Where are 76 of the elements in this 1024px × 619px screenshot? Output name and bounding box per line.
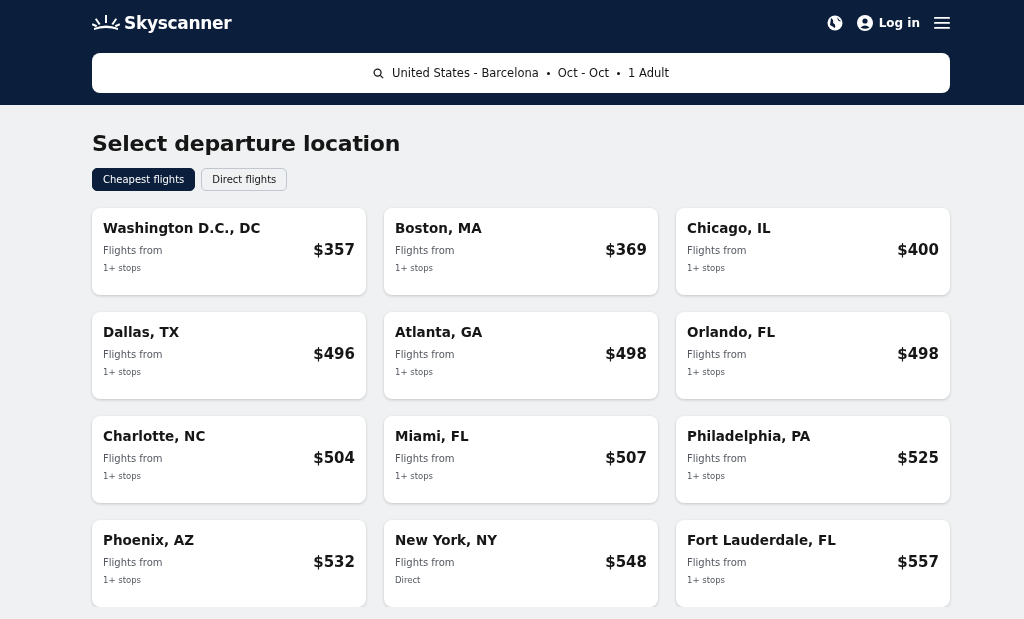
stops-label: 1+ stops: [687, 263, 726, 273]
city-name: Atlanta, GA: [395, 324, 483, 340]
brand-name: Skyscanner: [124, 13, 232, 33]
city-name: Fort Lauderdale, FL: [687, 532, 836, 548]
stops-label: 1+ stops: [103, 575, 142, 585]
destination-card[interactable]: Washington D.C., DC Flights from $357 1+ stops: [92, 208, 366, 295]
destination-card[interactable]: Philadelphia, PA Flights from $525 1+ stops: [676, 416, 950, 503]
flights-from-label: Flights from: [687, 348, 747, 360]
city-name: Philadelphia, PA: [687, 428, 811, 444]
stops-label: 1+ stops: [103, 471, 142, 481]
price: $504: [313, 449, 355, 467]
flights-from-label: Flights from: [687, 244, 747, 256]
stops-label: 1+ stops: [687, 471, 726, 481]
price: $498: [897, 345, 939, 363]
flights-from-label: Flights from: [103, 452, 163, 464]
destination-card[interactable]: Fort Lauderdale, FL Flights from $557 1+ stops: [676, 520, 950, 607]
stops-label: Direct: [395, 575, 421, 585]
destination-card[interactable]: Charlotte, NC Flights from $504 1+ stops: [92, 416, 366, 503]
flights-from-label: Flights from: [103, 348, 163, 360]
search-icon: [373, 67, 385, 79]
price: $400: [897, 241, 939, 259]
city-name: Miami, FL: [395, 428, 469, 444]
price: $496: [313, 345, 355, 363]
sunrise-logo-icon: [92, 14, 120, 32]
flights-from-label: Flights from: [103, 556, 163, 568]
city-name: Dallas, TX: [103, 324, 180, 340]
price: $507: [605, 449, 647, 467]
city-name: Chicago, IL: [687, 220, 771, 236]
destination-card[interactable]: Atlanta, GA Flights from $498 1+ stops: [384, 312, 658, 399]
price: $525: [897, 449, 939, 467]
price: $557: [897, 553, 939, 571]
stops-label: 1+ stops: [395, 367, 434, 377]
flights-from-label: Flights from: [687, 556, 747, 568]
search-bar[interactable]: United States - Barcelona Oct - Oct 1 Adult: [92, 53, 950, 93]
stops-label: 1+ stops: [687, 367, 726, 377]
city-name: New York, NY: [395, 532, 497, 548]
destination-card[interactable]: Orlando, FL Flights from $498 1+ stops: [676, 312, 950, 399]
search-summary-text: United States - Barcelona: [392, 66, 539, 80]
destination-card[interactable]: Dallas, TX Flights from $496 1+ stops: [92, 312, 366, 399]
filter-tab[interactable]: Cheapest flights: [92, 168, 196, 191]
search-summary-text: 1 Adult: [628, 66, 669, 80]
search-summary-text: Oct - Oct: [557, 66, 609, 80]
price: $498: [605, 345, 647, 363]
page-title: Select departure location: [92, 131, 402, 156]
flights-from-label: Flights from: [395, 348, 455, 360]
flights-from-label: Flights from: [395, 556, 455, 568]
flights-from-label: Flights from: [395, 452, 455, 464]
globe-icon[interactable]: [826, 15, 843, 31]
city-name: Charlotte, NC: [103, 428, 206, 444]
destination-card[interactable]: New York, NY Flights from $548 Direct: [384, 520, 658, 607]
stops-label: 1+ stops: [395, 263, 434, 273]
flights-from-label: Flights from: [103, 244, 163, 256]
city-name: Washington D.C., DC: [103, 220, 261, 236]
destination-card[interactable]: Chicago, IL Flights from $400 1+ stops: [676, 208, 950, 295]
flights-from-label: Flights from: [395, 244, 455, 256]
separator-dot: [546, 71, 550, 75]
stops-label: 1+ stops: [103, 367, 142, 377]
stops-label: 1+ stops: [395, 471, 434, 481]
stops-label: 1+ stops: [103, 263, 142, 273]
price: $357: [313, 241, 355, 259]
destination-card[interactable]: Phoenix, AZ Flights from $532 1+ stops: [92, 520, 366, 607]
separator-dot: [617, 71, 620, 75]
price: $548: [605, 553, 647, 571]
login-link[interactable]: Log in: [856, 15, 920, 31]
price: $532: [313, 553, 355, 571]
destination-card[interactable]: Boston, MA Flights from $369 1+ stops: [384, 208, 658, 295]
city-name: Boston, MA: [395, 220, 482, 236]
city-name: Orlando, FL: [687, 324, 776, 340]
destination-card[interactable]: Miami, FL Flights from $507 1+ stops: [384, 416, 658, 503]
menu-icon[interactable]: [934, 17, 950, 29]
flights-from-label: Flights from: [687, 452, 747, 464]
user-icon: [856, 15, 873, 31]
filter-tab[interactable]: Direct flights: [201, 168, 288, 191]
city-name: Phoenix, AZ: [103, 532, 194, 548]
stops-label: 1+ stops: [687, 575, 726, 585]
price: $369: [605, 241, 647, 259]
